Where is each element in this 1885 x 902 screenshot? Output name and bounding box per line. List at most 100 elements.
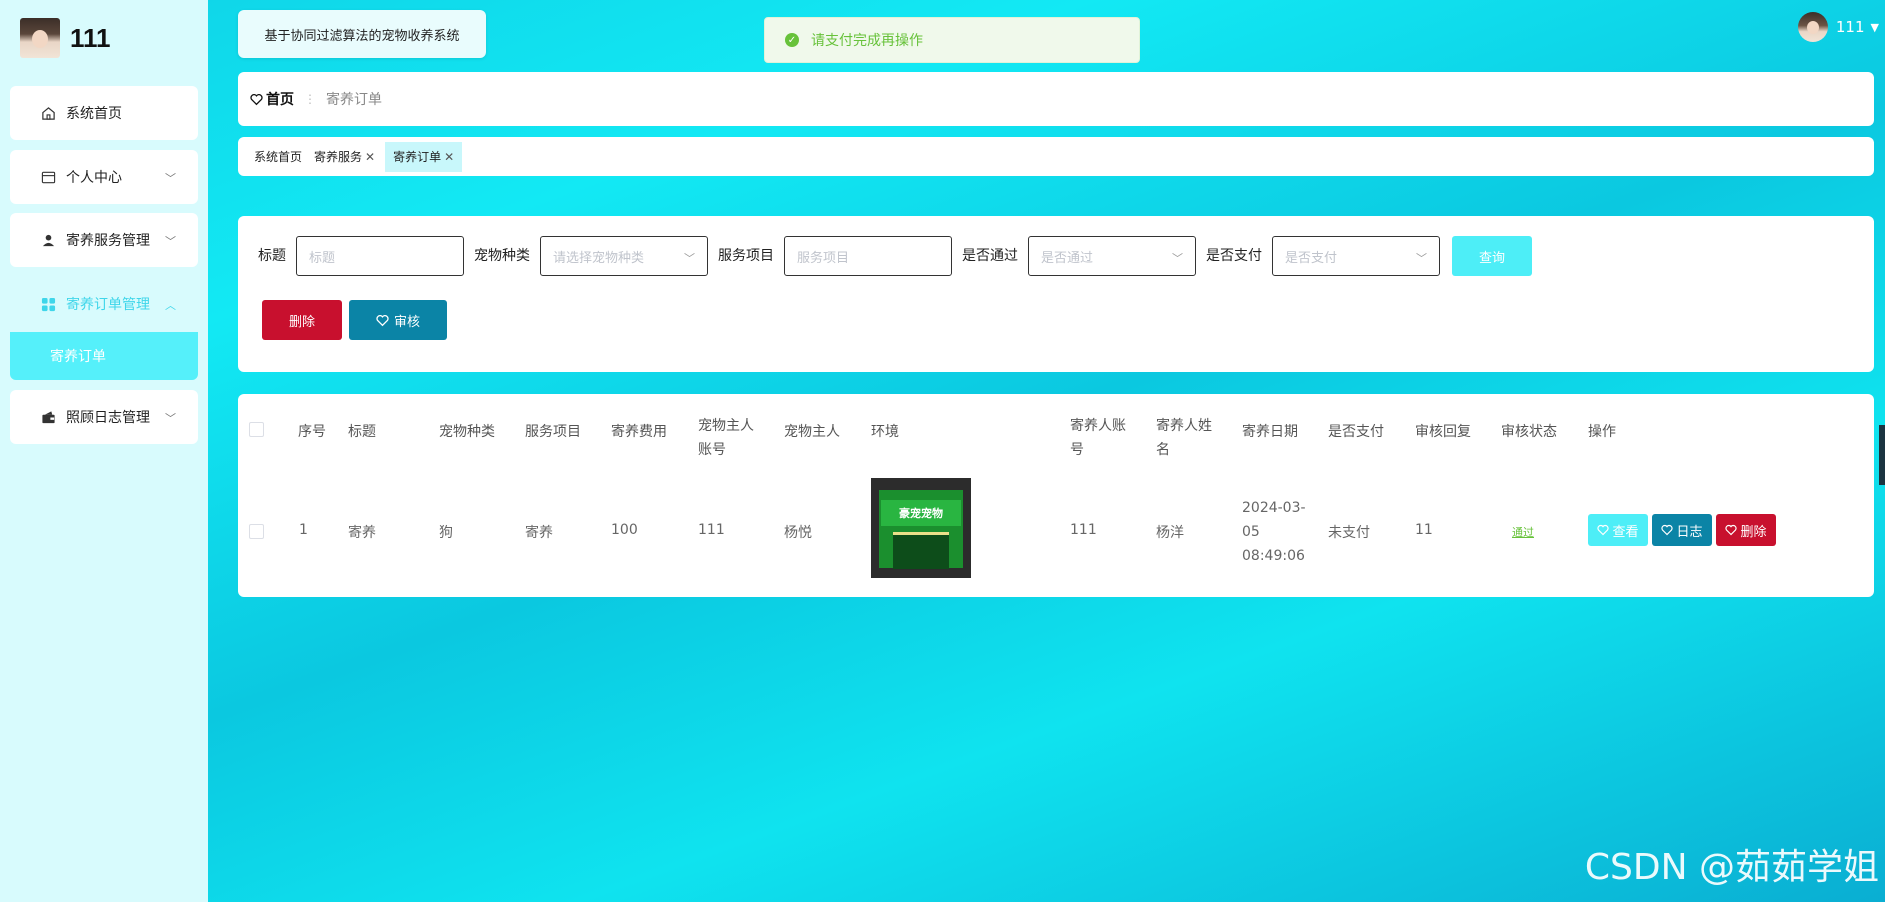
paid-select[interactable]: 是否支付 ﹀ — [1272, 236, 1440, 276]
column-header: 操作 — [1588, 424, 1616, 440]
pet-type-label: 宠物种类 — [474, 248, 530, 264]
avatar[interactable] — [1797, 12, 1828, 42]
column-header: 寄养费用 — [611, 424, 667, 440]
pet-type-select[interactable]: 请选择宠物种类 ﹀ — [540, 236, 708, 276]
sidebar-item-label: 照顾日志管理 — [66, 410, 150, 426]
chevron-down-icon: ﹀ — [165, 172, 176, 185]
tags-bar: 系统首页 寄养服务 ✕ 寄养订单 ✕ — [238, 137, 1874, 176]
cell-fosterer-account: 111 — [1070, 522, 1097, 538]
grid-icon — [40, 296, 56, 312]
top-user-menu[interactable]: 111 ▼ — [1797, 12, 1879, 42]
column-header: 寄养人账号 — [1070, 418, 1126, 458]
sidebar-item-label: 系统首页 — [66, 106, 122, 122]
toast-message: ✓ 请支付完成再操作 — [764, 17, 1140, 63]
view-button[interactable]: 查看 — [1588, 514, 1648, 546]
sidebar-item-foster-service[interactable]: 寄养服务管理 ﹀ — [10, 213, 198, 267]
scrollbar[interactable] — [1879, 425, 1885, 485]
column-header: 寄养日期 — [1242, 424, 1298, 440]
close-icon[interactable]: ✕ — [444, 150, 454, 164]
chevron-down-icon: ﹀ — [165, 235, 176, 248]
cell-pet-type: 狗 — [439, 525, 453, 541]
passed-select[interactable]: 是否通过 ﹀ — [1028, 236, 1196, 276]
breadcrumb-home[interactable]: 首页 — [250, 89, 294, 109]
top-username: 111 — [1835, 18, 1865, 36]
cell-owner: 杨悦 — [784, 525, 812, 541]
search-panel: 标题 标题 宠物种类 请选择宠物种类 ﹀ 服务项目 服务项目 是否通过 是否通过 ﹀… — [238, 216, 1874, 372]
heart-icon — [1597, 524, 1610, 536]
column-header: 宠物主人 — [784, 424, 840, 440]
chevron-down-icon: ﹀ — [684, 252, 695, 265]
store-sign: 豪宠宠物 — [881, 500, 961, 526]
sidebar-item-care-log[interactable]: 照顾日志管理 ﹀ — [10, 390, 198, 444]
sidebar-subitem-foster-order[interactable]: 寄养订单 — [10, 332, 198, 380]
title-input[interactable]: 标题 — [296, 236, 464, 276]
paid-label: 是否支付 — [1206, 248, 1262, 264]
cell-paid: 未支付 — [1328, 525, 1370, 541]
query-button[interactable]: 查询 — [1452, 236, 1532, 276]
system-title: 基于协同过滤算法的宠物收养系统 — [238, 10, 486, 58]
tag-foster-order[interactable]: 寄养订单 ✕ — [385, 141, 463, 172]
sidebar-user: 111 — [20, 18, 111, 58]
column-header: 是否支付 — [1328, 424, 1384, 440]
watermark: CSDN @茹茹学姐 — [1584, 847, 1879, 888]
title-label: 标题 — [258, 248, 286, 264]
service-input[interactable]: 服务项目 — [784, 236, 952, 276]
heart-icon — [1661, 524, 1674, 536]
sidebar-item-label: 寄养订单管理 — [66, 297, 150, 313]
row-checkbox[interactable] — [249, 524, 264, 539]
cell-reply: 11 — [1415, 522, 1433, 538]
avatar[interactable] — [20, 18, 60, 58]
breadcrumb: 首页 ⋮ 寄养订单 — [238, 72, 1874, 126]
column-header: 寄养人姓名 — [1156, 418, 1212, 458]
column-header: 序号 — [298, 424, 326, 440]
column-header: 审核状态 — [1501, 424, 1557, 440]
chevron-up-icon: ︿ — [165, 299, 176, 312]
tag-home[interactable]: 系统首页 — [254, 142, 302, 172]
sidebar-item-profile[interactable]: 个人中心 ﹀ — [10, 150, 198, 204]
close-icon[interactable]: ✕ — [365, 150, 375, 164]
cell-title: 寄养 — [348, 525, 376, 541]
passed-label: 是否通过 — [962, 248, 1018, 264]
sidebar: 111 系统首页 个人中心 ﹀ 寄养服务管理 ﹀ 寄养订单管理 ︿ 寄养订单 照… — [0, 0, 208, 902]
environment-image[interactable]: 豪宠宠物 — [871, 478, 971, 578]
tag-foster-service[interactable]: 寄养服务 ✕ — [314, 142, 375, 172]
sidebar-item-label: 寄养服务管理 — [66, 233, 150, 249]
sidebar-item-foster-order[interactable]: 寄养订单管理 ︿ — [10, 277, 198, 331]
row-delete-button[interactable]: 删除 — [1716, 514, 1776, 546]
heart-icon — [1725, 524, 1738, 536]
chevron-down-icon: ﹀ — [1172, 252, 1183, 265]
breadcrumb-separator: ⋮ — [304, 92, 316, 106]
cell-index: 1 — [299, 522, 308, 538]
check-circle-icon: ✓ — [785, 33, 799, 47]
cell-fosterer-name: 杨洋 — [1156, 525, 1184, 541]
column-header: 标题 — [348, 424, 376, 440]
column-header: 审核回复 — [1415, 424, 1471, 440]
column-header: 环境 — [871, 424, 899, 440]
chevron-down-icon: ﹀ — [165, 412, 176, 425]
heart-icon — [250, 93, 263, 106]
data-table: 序号 标题 宠物种类 服务项目 寄养费用 宠物主人账号 宠物主人 环境 寄养人账… — [238, 394, 1874, 597]
chevron-down-icon: ﹀ — [1416, 252, 1427, 265]
profile-card-icon — [40, 169, 56, 185]
home-icon — [40, 105, 56, 121]
column-header: 宠物种类 — [439, 424, 495, 440]
log-button[interactable]: 日志 — [1652, 514, 1712, 546]
sidebar-username: 111 — [70, 22, 111, 53]
delete-button[interactable]: 删除 — [262, 300, 342, 340]
person-icon — [40, 232, 56, 248]
sidebar-item-label: 个人中心 — [66, 170, 122, 186]
cell-owner-account: 111 — [698, 522, 725, 538]
cell-date: 2024-03-05 08:49:06 — [1242, 500, 1306, 564]
breadcrumb-current: 寄养订单 — [326, 92, 382, 108]
sidebar-item-home[interactable]: 系统首页 — [10, 86, 198, 140]
column-header: 宠物主人账号 — [698, 418, 754, 458]
status-badge[interactable]: 通过 — [1512, 524, 1534, 540]
audit-button[interactable]: 审核 — [349, 300, 447, 340]
column-header: 服务项目 — [525, 424, 581, 440]
heart-icon — [376, 314, 389, 327]
caret-down-icon: ▼ — [1870, 20, 1879, 34]
select-all-checkbox[interactable] — [249, 422, 264, 437]
service-label: 服务项目 — [718, 248, 774, 264]
wallet-icon — [40, 409, 56, 425]
toast-text: 请支付完成再操作 — [811, 33, 923, 49]
